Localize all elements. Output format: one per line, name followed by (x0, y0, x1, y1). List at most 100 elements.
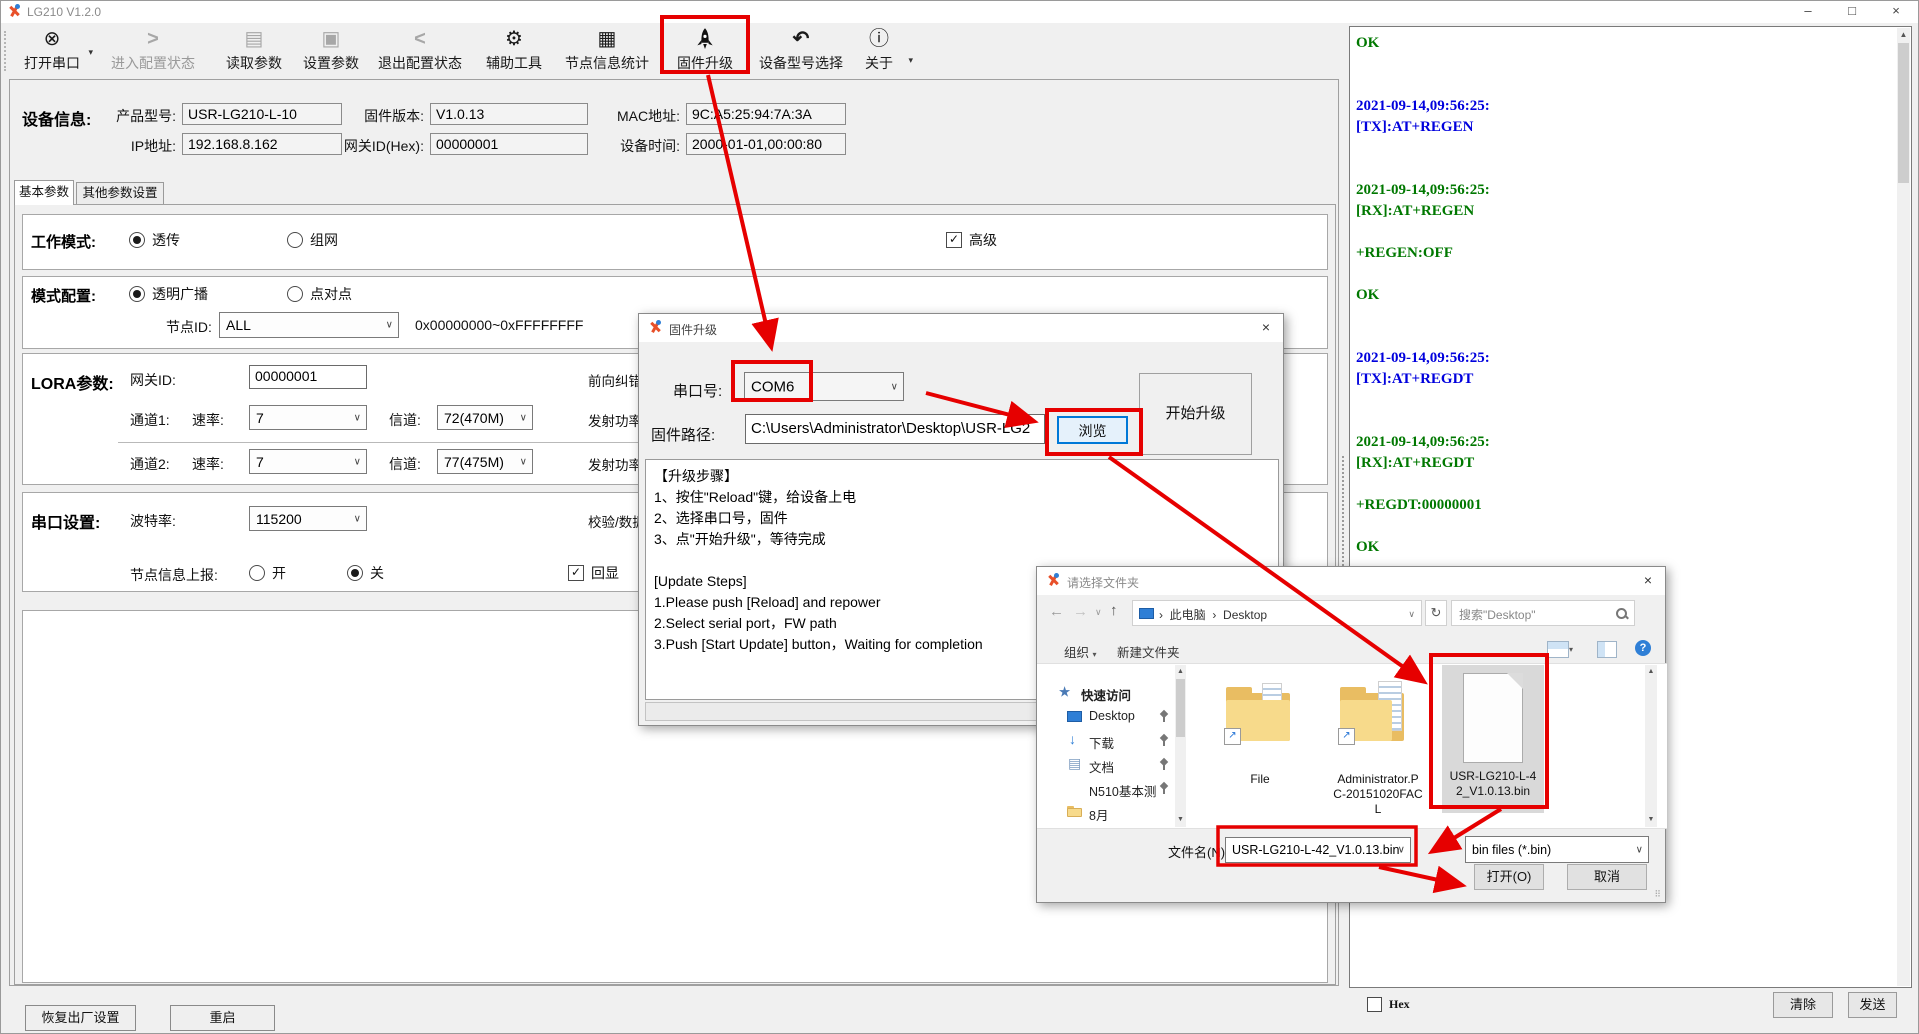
node-id-combo[interactable]: ALL ∨ (219, 312, 399, 338)
clear-button[interactable]: 清除 (1773, 992, 1833, 1018)
new-folder-button[interactable]: 新建文件夹 (1117, 642, 1180, 661)
preview-pane-icon[interactable] (1597, 641, 1617, 663)
toolbar-exit-config[interactable]: < 退出配置状态 (370, 25, 470, 77)
restart-button[interactable]: 重启 (170, 1005, 275, 1031)
baud-combo[interactable]: 115200 ∨ (249, 506, 367, 531)
tab-other-params[interactable]: 其他参数设置 (76, 182, 164, 205)
radio-point-to-point[interactable]: 点对点 (287, 284, 352, 304)
scroll-thumb[interactable] (1898, 43, 1909, 183)
search-box[interactable]: 搜索"Desktop" (1451, 600, 1635, 626)
nav-back-icon[interactable]: ← (1049, 603, 1064, 620)
minimize-button[interactable]: – (1786, 1, 1830, 23)
channel2-label: 通道2: (130, 454, 170, 474)
combo-value: ALL (226, 317, 251, 333)
check-icon: ✓ (946, 232, 962, 248)
toolbar-firmware-upgrade[interactable]: 固件升级 (660, 25, 750, 77)
radio-report-off[interactable]: 关 (347, 563, 384, 583)
crumb-sep: › (1212, 608, 1216, 622)
refresh-button[interactable]: ↻ (1425, 600, 1447, 626)
dialog-close-icon[interactable]: × (1631, 567, 1665, 595)
organize-menu[interactable]: 组织 ▾ (1064, 642, 1097, 661)
toolbar-about[interactable]: ⓘ ▾ 关于 (853, 25, 905, 77)
channel1-label: 通道1: (130, 410, 170, 430)
com-port-label: 串口号: (673, 380, 722, 401)
resize-grip[interactable]: ⠿ (1654, 889, 1661, 900)
factory-reset-button[interactable]: 恢复出厂设置 (25, 1005, 136, 1031)
serial-pin-icon: ⊗ (7, 25, 97, 53)
scroll-up-icon[interactable]: ▲ (1897, 28, 1910, 42)
log-line: OK (1356, 285, 1895, 306)
nav-up-icon[interactable]: ↑ (1110, 602, 1118, 619)
checkbox-echo[interactable]: ✓回显 (568, 563, 619, 583)
steps-cn: 【升级步骤】1、按住"Reload"键，给设备上电2、选择串口号，固件3、点"开… (654, 466, 856, 550)
toolbar-label: 固件升级 (660, 53, 750, 73)
toolbar-device-model[interactable]: ↶ 设备型号选择 (751, 25, 851, 77)
file-tile-admin-folder[interactable]: ↗ Administrator.P C-20151020FAC L (1326, 672, 1430, 824)
nav-history-icon[interactable]: ∨ (1095, 607, 1102, 618)
sidebar-documents[interactable]: ▤文档 (1089, 757, 1114, 776)
filename-combo[interactable]: USR-LG210-L-42_V1.0.13.bin ∨ (1225, 837, 1411, 863)
chevron-down-icon[interactable]: ∨ (1408, 609, 1415, 620)
toolbar-open-serial[interactable]: ⊗ ▾ 打开串口 (7, 25, 97, 77)
sidebar-scrollbar[interactable]: ▲ ▼ (1175, 665, 1186, 827)
sidebar-n510-folder[interactable]: N510基本测 (1089, 781, 1156, 800)
radio-transparent[interactable]: 透传 (129, 230, 180, 250)
sidebar-desktop[interactable]: Desktop (1089, 709, 1135, 723)
gateway-id-input[interactable]: 00000001 (249, 365, 367, 389)
radio-transparent-broadcast[interactable]: 透明广播 (129, 284, 208, 304)
channel1-rate-combo[interactable]: 7 ∨ (249, 405, 367, 430)
help-icon[interactable]: ? (1635, 640, 1651, 656)
crumb-desktop[interactable]: Desktop (1223, 608, 1267, 622)
work-mode-box: 工作模式: 透传 组网 ✓高级 (22, 214, 1328, 270)
send-button[interactable]: 发送 (1848, 992, 1897, 1018)
bin-file-icon (1463, 673, 1523, 763)
scroll-down-icon[interactable]: ▼ (1175, 813, 1186, 827)
checkbox-box (1367, 997, 1382, 1012)
scroll-thumb[interactable] (1176, 679, 1185, 737)
scroll-up-icon[interactable]: ▲ (1645, 665, 1657, 679)
crumb-this-pc[interactable]: 此电脑 (1170, 608, 1206, 622)
nav-forward-icon[interactable]: → (1073, 603, 1088, 620)
radio-report-on[interactable]: 开 (249, 563, 286, 583)
tab-basic-params[interactable]: 基本参数 (14, 180, 74, 205)
download-icon: ↓ (1069, 731, 1076, 747)
scroll-up-icon[interactable]: ▲ (1175, 665, 1186, 679)
open-button[interactable]: 打开(O) (1474, 864, 1544, 890)
scroll-down-icon[interactable]: ▼ (1645, 813, 1657, 827)
file-tile-file-folder[interactable]: ↗ File (1210, 672, 1310, 812)
start-upgrade-button[interactable]: 开始升级 (1139, 373, 1252, 455)
pin-icon (1159, 759, 1169, 770)
toolbar-enter-config[interactable]: > 进入配置状态 (103, 25, 203, 77)
checkbox-hex[interactable]: Hex (1367, 997, 1410, 1012)
com-port-combo[interactable]: COM6 ∨ (744, 372, 904, 401)
file-tile-bin-selected[interactable]: USR-LG210-L-4 2_V1.0.13.bin (1442, 665, 1544, 813)
sidebar-august-folder[interactable]: 8月 (1089, 805, 1108, 824)
toolbar-aux-tools[interactable]: ⚙ 辅助工具 (469, 25, 559, 77)
fw-path-input[interactable]: C:\Users\Administrator\Desktop\USR-LG2 (745, 414, 1045, 444)
dialog-close-icon[interactable]: × (1249, 314, 1283, 342)
close-button[interactable]: × (1874, 1, 1918, 23)
radio-dot-icon (129, 232, 145, 248)
log-output[interactable]: OK 2021-09-14,09:56:25:[TX]:AT+REGEN 202… (1356, 33, 1895, 621)
address-bar[interactable]: › 此电脑 › Desktop ∨ (1132, 600, 1422, 626)
toolbar-node-stats[interactable]: ▦ 节点信息统计 (557, 25, 657, 77)
channel1-chan-combo[interactable]: 72(470M) ∨ (437, 405, 533, 430)
sidebar-quick-access[interactable]: ★快速访问 (1081, 685, 1131, 704)
log-scrollbar[interactable]: ▲ (1897, 28, 1910, 986)
radio-networking[interactable]: 组网 (287, 230, 338, 250)
filelist-scrollbar[interactable]: ▲ ▼ (1645, 665, 1657, 827)
channel2-rate-combo[interactable]: 7 ∨ (249, 449, 367, 474)
breadcrumb[interactable]: › 此电脑 › Desktop (1159, 606, 1267, 623)
browse-button[interactable]: 浏览 (1057, 416, 1128, 444)
channel2-chan-combo[interactable]: 77(475M) ∨ (437, 449, 533, 474)
document-icon: ▤ (1068, 755, 1081, 772)
cancel-button[interactable]: 取消 (1567, 864, 1647, 890)
maximize-button[interactable]: □ (1830, 1, 1874, 23)
toolbar-label: 打开串口 (7, 53, 97, 73)
fw-path-label: 固件路径: (651, 424, 715, 445)
checkbox-advanced[interactable]: ✓高级 (946, 230, 997, 250)
filetype-filter-combo[interactable]: bin files (*.bin) ∨ (1465, 836, 1649, 863)
sidebar-downloads[interactable]: ↓下载 (1089, 733, 1114, 752)
toolbar-set-params[interactable]: ▣ 设置参数 (286, 25, 376, 77)
view-mode-icon[interactable]: ▾ (1547, 641, 1573, 663)
